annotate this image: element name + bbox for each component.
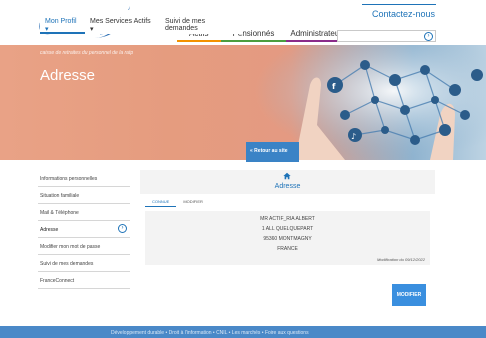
modification-date: Modification du 09/12/2022: [376, 257, 425, 262]
svg-text:f: f: [332, 82, 336, 91]
panel-header: Adresse: [140, 170, 435, 194]
subtab-modifier[interactable]: MODIFIER: [176, 197, 210, 207]
address-street: 1 ALL QUELQUEPART: [261, 226, 314, 232]
sidebar-item-label: Suivi de mes demandes: [40, 261, 94, 267]
address-subtabs: CONNUE MODIFIER: [145, 197, 210, 207]
sidebar-item-adresse[interactable]: Adresse ›: [38, 221, 130, 238]
address-panel: Adresse CONNUE MODIFIER MR ACTIF_RIA ALB…: [140, 170, 435, 312]
tab-suivi-demandes[interactable]: Suivi de mes demandes: [160, 10, 243, 34]
sidebar-item-mail[interactable]: Mail & Téléphone: [38, 204, 130, 221]
modify-button[interactable]: MODIFIER: [392, 284, 426, 306]
sidebar-item-suivi[interactable]: Suivi de mes demandes: [38, 255, 130, 272]
contact-underline: [362, 4, 436, 5]
panel-title: Adresse: [274, 183, 301, 190]
profile-sidebar: Informations personnelles Situation fami…: [38, 170, 130, 289]
search-input[interactable]: ›: [337, 30, 436, 42]
sidebar-item-label: Mail & Téléphone: [40, 210, 79, 216]
address-card: MR ACTIF_RIA ALBERT 1 ALL QUELQUEPART 95…: [145, 211, 430, 265]
sidebar-item-informations[interactable]: Informations personnelles: [38, 170, 130, 187]
footer: Développement durable • Droit à l'inform…: [0, 326, 486, 338]
subtab-connue[interactable]: CONNUE: [145, 197, 177, 207]
sidebar-item-label: Situation familiale: [40, 193, 80, 199]
chevron-right-icon: ›: [118, 224, 127, 233]
sidebar-item-mot-de-passe[interactable]: Modifier mon mot de passe: [38, 238, 130, 255]
search-icon[interactable]: ›: [424, 32, 433, 41]
sidebar-item-label: Modifier mon mot de passe: [40, 244, 101, 250]
sidebar-item-label: FranceConnect: [40, 278, 75, 284]
page-title: Adresse: [40, 67, 96, 84]
address-name: MR ACTIF_RIA ALBERT: [260, 216, 315, 222]
footer-links[interactable]: Développement durable • Droit à l'inform…: [111, 330, 309, 336]
sidebar-item-franceconnect[interactable]: FranceConnect: [38, 272, 130, 289]
tab-mes-services[interactable]: Mes Services Actifs ▾: [85, 10, 160, 34]
contact-link[interactable]: Contactez-nous: [365, 9, 435, 19]
banner-tagline: caisse de retraites du personnel de la r…: [40, 50, 134, 56]
hero-banner: caisse de retraites du personnel de la r…: [0, 45, 486, 160]
home-icon: «: [250, 148, 253, 154]
sidebar-item-label: Informations personnelles: [40, 176, 98, 182]
sidebar-item-label: Adresse: [40, 227, 59, 233]
home-icon: [283, 172, 291, 180]
back-to-site-button[interactable]: « Retour au site: [246, 142, 299, 162]
back-to-site-label: Retour au site: [254, 148, 288, 154]
sidebar-item-situation[interactable]: Situation familiale: [38, 187, 130, 204]
address-country: FRANCE: [277, 246, 298, 252]
tab-mon-profil[interactable]: Mon Profil ▾: [40, 10, 85, 34]
svg-text:♪: ♪: [351, 132, 356, 141]
address-city: 95360 MONTMAGNY: [263, 236, 312, 242]
